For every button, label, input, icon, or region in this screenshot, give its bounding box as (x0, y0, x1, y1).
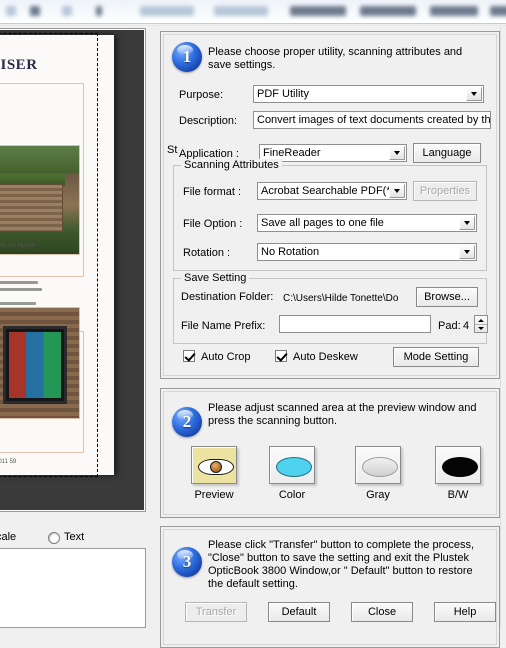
description-label: Description: (179, 115, 238, 127)
step2-panel: 2 Please adjust scanned area at the prev… (160, 388, 500, 518)
purpose-value: PDF Utility (257, 88, 309, 100)
chevron-down-icon[interactable] (459, 245, 475, 259)
step3-panel: 3 Please click "Transfer" button to comp… (160, 526, 500, 648)
crop-selection-marquee[interactable] (0, 33, 98, 477)
file-format-combobox[interactable]: Acrobat Searchable PDF(*.p (257, 182, 407, 200)
pad-label: Pad: (438, 320, 461, 332)
color-scan-button[interactable]: Color (269, 446, 315, 501)
preview-canvas[interactable]: TISER rmelin Gn Heusn 4 (0, 30, 144, 510)
radio-text-button[interactable] (48, 532, 60, 544)
purpose-label: Purpose: (179, 89, 224, 101)
step3-number-badge: 3 (172, 547, 202, 577)
file-name-prefix-label: File Name Prefix: (181, 320, 266, 332)
scan-mode-radio-group[interactable]: cale Text (0, 526, 156, 548)
gray-scan-label: Gray (366, 489, 390, 501)
close-button[interactable]: Close (351, 602, 413, 622)
blur-glyph (430, 6, 478, 16)
step2-instruction: Please adjust scanned area at the previe… (208, 402, 477, 427)
stray-step-label: St (167, 144, 178, 156)
blur-glyph (290, 6, 346, 16)
description-textbox: Convert images of text documents created… (253, 111, 491, 129)
color-ellipse-shape (276, 457, 312, 477)
step1-number-badge: 1 (172, 42, 202, 72)
chevron-down-icon[interactable] (389, 146, 405, 160)
step1-instruction: Please choose proper utility, scanning a… (208, 46, 463, 71)
rotation-value: No Rotation (261, 246, 320, 258)
auto-deskew-checkbox[interactable] (275, 350, 287, 362)
bw-ellipse-icon[interactable] (435, 446, 481, 484)
blur-glyph (214, 6, 268, 16)
blur-glyph (62, 6, 72, 16)
pad-value: 4 (463, 320, 470, 332)
rotation-combobox[interactable]: No Rotation (257, 243, 477, 261)
properties-button[interactable]: Properties (413, 181, 477, 201)
step1-panel: 1 Please choose proper utility, scanning… (160, 31, 500, 379)
blur-glyph (360, 6, 416, 16)
blur-glyph (6, 6, 16, 16)
file-format-value: Acrobat Searchable PDF(*.p (261, 185, 389, 197)
pad-stepper-down[interactable] (475, 324, 487, 332)
help-button[interactable]: Help (434, 602, 496, 622)
blur-glyph (140, 6, 194, 16)
step2-number-badge: 2 (172, 407, 202, 437)
preview-info-box (0, 548, 146, 628)
save-setting-title: Save Setting (181, 272, 250, 284)
eye-icon-shape (198, 459, 234, 475)
auto-crop-label: Auto Crop (201, 351, 251, 363)
radio-label-text: Text (64, 531, 85, 543)
preview-scan-button[interactable]: Preview (191, 446, 237, 501)
default-button[interactable]: Default (268, 602, 330, 622)
divider (0, 23, 506, 24)
radio-label-grayscale: cale (0, 531, 17, 543)
browse-button[interactable]: Browse... (416, 287, 478, 307)
gray-ellipse-icon[interactable] (355, 446, 401, 484)
blurred-desktop-strip (0, 0, 506, 24)
preview-scan-label: Preview (194, 489, 234, 501)
file-option-value: Save all pages to one file (261, 217, 384, 229)
transfer-button[interactable]: Transfer (185, 602, 247, 622)
chevron-down-icon[interactable] (389, 184, 405, 198)
bw-scan-button[interactable]: B/W (435, 446, 481, 501)
language-button[interactable]: Language (413, 143, 481, 163)
auto-deskew-label: Auto Deskew (293, 351, 358, 363)
file-name-prefix-input[interactable] (279, 315, 431, 333)
file-option-label: File Option : (183, 218, 243, 230)
mode-setting-button[interactable]: Mode Setting (393, 347, 479, 367)
file-option-combobox[interactable]: Save all pages to one file (257, 214, 477, 232)
pad-stepper[interactable] (474, 315, 488, 333)
scanner-dialog: TISER rmelin Gn Heusn 4 (0, 26, 506, 648)
auto-crop-checkbox[interactable] (183, 350, 195, 362)
chevron-down-icon[interactable] (466, 87, 482, 101)
scanning-attributes-title: Scanning Attributes (181, 159, 282, 171)
chevron-down-icon[interactable] (459, 216, 475, 230)
step3-instruction: Please click "Transfer" button to comple… (208, 539, 475, 590)
rotation-label: Rotation : (183, 247, 231, 259)
blur-glyph (490, 6, 506, 16)
eye-icon[interactable] (191, 446, 237, 484)
file-format-label: File format : (183, 186, 242, 198)
purpose-combobox[interactable]: PDF Utility (253, 85, 484, 103)
color-scan-label: Color (278, 489, 306, 501)
bw-ellipse-shape (442, 457, 478, 477)
color-ellipse-icon[interactable] (269, 446, 315, 484)
application-value: FineReader (263, 147, 321, 159)
right-panel-edge (500, 26, 506, 628)
destination-folder-label: Destination Folder: (181, 291, 274, 303)
gray-ellipse-shape (362, 457, 398, 477)
blur-glyph (96, 6, 102, 16)
bw-scan-label: B/W (447, 489, 469, 501)
blur-glyph (30, 6, 40, 16)
preview-panel[interactable]: TISER rmelin Gn Heusn 4 (0, 28, 146, 512)
destination-folder-value: C:\Users\Hilde Tonette\Do (283, 293, 399, 304)
gray-scan-button[interactable]: Gray (355, 446, 401, 501)
